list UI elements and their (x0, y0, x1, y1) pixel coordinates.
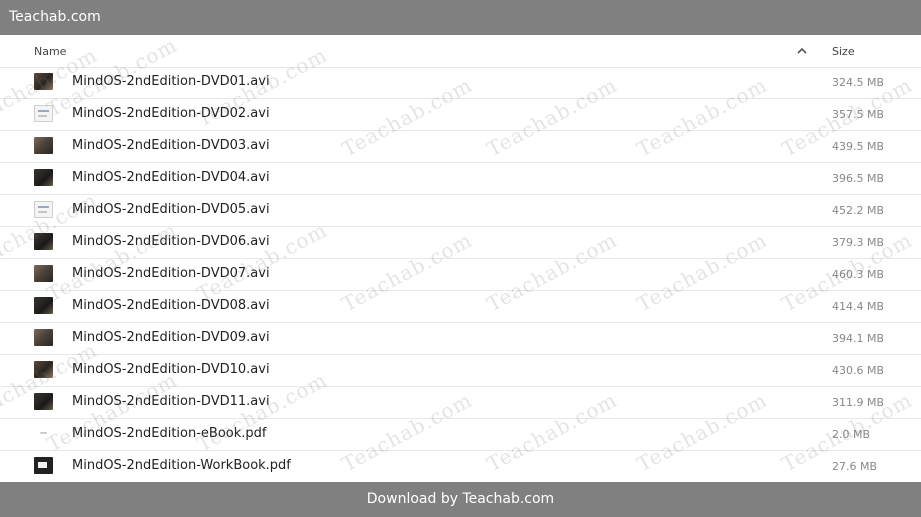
video-thumbnail (34, 137, 53, 154)
file-size: 439.5 MB (832, 140, 885, 153)
file-row[interactable]: MindOS-2ndEdition-DVD07.avi 460.3 MB (0, 259, 921, 291)
file-row[interactable]: MindOS-2ndEdition-DVD01.avi 324.5 MB (0, 67, 921, 99)
video-thumbnail (34, 329, 53, 346)
file-name[interactable]: MindOS-2ndEdition-DVD05.avi (72, 202, 270, 217)
file-row[interactable]: MindOS-2ndEdition-DVD11.avi 311.9 MB (0, 387, 921, 419)
file-row[interactable]: MindOS-2ndEdition-DVD06.avi 379.3 MB (0, 227, 921, 259)
file-name[interactable]: MindOS-2ndEdition-eBook.pdf (72, 426, 267, 441)
list-header: Name Size (0, 35, 921, 68)
file-size: 396.5 MB (832, 172, 885, 185)
file-row[interactable]: MindOS-2ndEdition-DVD04.avi 396.5 MB (0, 163, 921, 195)
footer-text[interactable]: Download by Teachab.com (367, 491, 554, 507)
file-row[interactable]: MindOS-2ndEdition-DVD02.avi 357.5 MB (0, 99, 921, 131)
file-row[interactable]: MindOS-2ndEdition-DVD08.avi 414.4 MB (0, 291, 921, 323)
pdf-thumbnail (34, 425, 53, 442)
name-column-header[interactable]: Name (34, 45, 66, 58)
video-thumbnail (34, 361, 53, 378)
file-row[interactable]: MindOS-2ndEdition-DVD09.avi 394.1 MB (0, 323, 921, 355)
download-footer: Download by Teachab.com (0, 482, 921, 517)
file-list: MindOS-2ndEdition-DVD01.avi 324.5 MB Min… (0, 67, 921, 483)
top-bar: Teachab.com (0, 0, 921, 35)
file-name[interactable]: MindOS-2ndEdition-DVD02.avi (72, 106, 270, 121)
file-size: 311.9 MB (832, 396, 885, 409)
file-name[interactable]: MindOS-2ndEdition-DVD09.avi (72, 330, 270, 345)
file-size: 430.6 MB (832, 364, 885, 377)
file-name[interactable]: MindOS-2ndEdition-WorkBook.pdf (72, 458, 291, 473)
file-size: 460.3 MB (832, 268, 885, 281)
file-name[interactable]: MindOS-2ndEdition-DVD06.avi (72, 234, 270, 249)
video-thumbnail (34, 297, 53, 314)
file-size: 324.5 MB (832, 76, 885, 89)
file-name[interactable]: MindOS-2ndEdition-DVD01.avi (72, 74, 270, 89)
file-row[interactable]: MindOS-2ndEdition-DVD03.avi 439.5 MB (0, 131, 921, 163)
pdf-thumbnail (34, 457, 53, 474)
file-name[interactable]: MindOS-2ndEdition-DVD07.avi (72, 266, 270, 281)
file-row[interactable]: MindOS-2ndEdition-DVD05.avi 452.2 MB (0, 195, 921, 227)
file-name[interactable]: MindOS-2ndEdition-DVD10.avi (72, 362, 270, 377)
file-size: 2.0 MB (832, 428, 871, 441)
file-name[interactable]: MindOS-2ndEdition-DVD04.avi (72, 170, 270, 185)
file-size: 452.2 MB (832, 204, 885, 217)
file-name[interactable]: MindOS-2ndEdition-DVD03.avi (72, 138, 270, 153)
video-thumbnail (34, 73, 53, 90)
file-size: 379.3 MB (832, 236, 885, 249)
video-thumbnail (34, 393, 53, 410)
slide-thumbnail (34, 201, 53, 218)
file-size: 27.6 MB (832, 460, 878, 473)
file-row[interactable]: MindOS-2ndEdition-WorkBook.pdf 27.6 MB (0, 451, 921, 483)
file-size: 357.5 MB (832, 108, 885, 121)
file-row[interactable]: MindOS-2ndEdition-eBook.pdf 2.0 MB (0, 419, 921, 451)
slide-thumbnail (34, 105, 53, 122)
file-row[interactable]: MindOS-2ndEdition-DVD10.avi 430.6 MB (0, 355, 921, 387)
chevron-up-icon[interactable] (794, 43, 810, 59)
size-column-header[interactable]: Size (832, 45, 855, 58)
video-thumbnail (34, 169, 53, 186)
file-name[interactable]: MindOS-2ndEdition-DVD11.avi (72, 394, 270, 409)
site-title: Teachab.com (9, 9, 101, 25)
video-thumbnail (34, 265, 53, 282)
video-thumbnail (34, 233, 53, 250)
file-size: 414.4 MB (832, 300, 885, 313)
file-size: 394.1 MB (832, 332, 885, 345)
file-name[interactable]: MindOS-2ndEdition-DVD08.avi (72, 298, 270, 313)
